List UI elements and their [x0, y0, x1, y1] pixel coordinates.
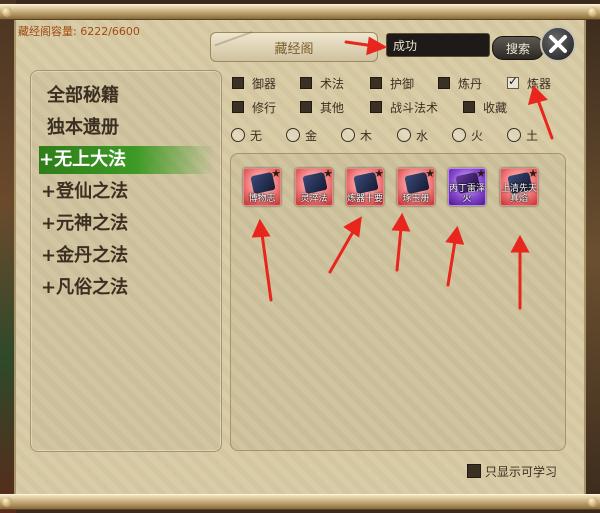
- arrow-to-lianqi-filter: [527, 85, 554, 140]
- arrow-to-item-3: [328, 216, 362, 274]
- arrow-to-search: [344, 36, 388, 56]
- annotation-arrows: [251, 36, 554, 310]
- arrow-to-item-1: [251, 218, 273, 302]
- arrow-to-item-6: [510, 234, 530, 310]
- arrow-to-item-4: [391, 212, 411, 272]
- arrow-to-item-5: [445, 225, 465, 287]
